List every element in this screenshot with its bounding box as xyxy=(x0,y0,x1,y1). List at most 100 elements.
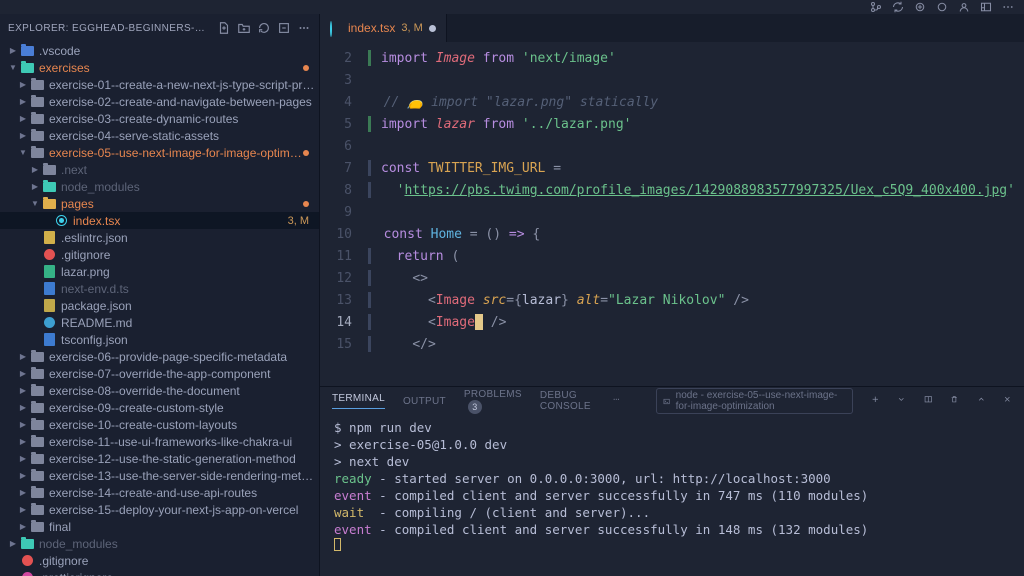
tree-folder[interactable]: ▶exercise-14--create-and-use-api-routes xyxy=(0,484,319,501)
chevron-right-icon: ▶ xyxy=(30,165,40,174)
source-control-icon[interactable] xyxy=(870,1,882,13)
line-number: 2 xyxy=(320,48,352,70)
tree-folder[interactable]: ▶exercise-08--override-the-document xyxy=(0,382,319,399)
add-icon[interactable] xyxy=(871,395,880,408)
tree-file[interactable]: lazar.png xyxy=(0,263,319,280)
tree-item-label: exercise-10--create-custom-layouts xyxy=(49,418,319,432)
folder-icon xyxy=(42,197,56,211)
split-icon[interactable] xyxy=(924,395,933,408)
folder-icon xyxy=(30,129,44,143)
chevron-right-icon: ▶ xyxy=(8,46,18,55)
tree-item-label: exercise-01--create-a-new-next-js-type-s… xyxy=(49,78,319,92)
tree-folder[interactable]: ▶.next xyxy=(0,161,319,178)
tree-folder[interactable]: ▶exercise-13--use-the-server-side-render… xyxy=(0,467,319,484)
code-content[interactable]: import Image from 'next/image' // 👝 impo… xyxy=(368,42,1024,386)
terminal-cursor xyxy=(334,538,341,551)
tree-item-label: exercise-03--create-dynamic-routes xyxy=(49,112,319,126)
tree-folder[interactable]: ▶exercise-09--create-custom-style xyxy=(0,399,319,416)
modified-dot-icon xyxy=(303,201,309,207)
folder-icon xyxy=(30,367,44,381)
chevron-right-icon: ▶ xyxy=(18,80,28,89)
tree-item-label: exercise-13--use-the-server-side-renderi… xyxy=(49,469,319,483)
tree-folder[interactable]: ▶ exercise-03--create-dynamic-routes xyxy=(0,110,319,127)
tree-file[interactable]: next-env.d.ts xyxy=(0,280,319,297)
refresh-icon[interactable] xyxy=(257,21,271,35)
folder-icon xyxy=(30,452,44,466)
tree-folder[interactable]: ▶ exercise-10--create-custom-layouts xyxy=(0,416,319,433)
circle-icon[interactable] xyxy=(936,1,948,13)
chevron-right-icon: ▶ xyxy=(18,488,28,497)
terminal-output[interactable]: $ npm run dev > exercise-05@1.0.0 dev > … xyxy=(320,415,1024,576)
tree-file[interactable]: .gitignore xyxy=(0,246,319,263)
tree-item-label: node_modules xyxy=(61,180,319,194)
account-icon[interactable] xyxy=(958,1,970,13)
chevron-down-icon[interactable] xyxy=(897,395,906,408)
more-icon[interactable] xyxy=(612,395,621,408)
terminal-task-selector[interactable]: node - exercise-05--use-next-image-for-i… xyxy=(656,388,852,414)
more-icon[interactable] xyxy=(297,21,311,35)
tree-folder[interactable]: ▶exercise-06--provide-page-specific-meta… xyxy=(0,348,319,365)
line-number: 11 xyxy=(320,246,352,268)
folder-icon xyxy=(30,401,44,415)
tree-item-label: exercise-15--deploy-your-next-js-app-on-… xyxy=(49,503,319,517)
tree-file[interactable]: index.tsx3, M xyxy=(0,212,319,229)
folder-icon xyxy=(30,146,44,160)
tab-index-tsx[interactable]: index.tsx 3, M xyxy=(320,14,447,42)
tree-folder[interactable]: ▼pages xyxy=(0,195,319,212)
tree-item-label: exercise-05--use-next-image-for-image-op… xyxy=(49,146,303,160)
chevron-right-icon: ▶ xyxy=(30,182,40,191)
line-number: 10 xyxy=(320,224,352,246)
diff-icon[interactable] xyxy=(914,1,926,13)
folder-icon xyxy=(30,418,44,432)
tree-folder[interactable]: ▶ exercise-15--deploy-your-next-js-app-on… xyxy=(0,501,319,518)
tree-folder[interactable]: ▶final xyxy=(0,518,319,535)
close-icon[interactable] xyxy=(1003,395,1012,408)
tree-file[interactable]: .eslintrc.json xyxy=(0,229,319,246)
tree-file[interactable]: README.md xyxy=(0,314,319,331)
chevron-right-icon: ▶ xyxy=(18,114,28,123)
tab-terminal[interactable]: TERMINAL xyxy=(332,393,385,409)
tree-folder[interactable]: ▶.vscode xyxy=(0,42,319,59)
tree-file[interactable]: package.json xyxy=(0,297,319,314)
new-file-icon[interactable] xyxy=(217,21,231,35)
folder-icon xyxy=(20,44,34,58)
tree-folder[interactable]: ▶node_modules xyxy=(0,535,319,552)
file-icon xyxy=(42,231,56,245)
tab-output[interactable]: OUTPUT xyxy=(403,396,446,407)
tree-folder[interactable]: ▶ node_modules xyxy=(0,178,319,195)
sync-icon[interactable] xyxy=(892,1,904,13)
editor-tabs: index.tsx 3, M xyxy=(320,14,1024,42)
tree-folder[interactable]: ▶exercise-04--serve-static-assets xyxy=(0,127,319,144)
chevron-right-icon: ▶ xyxy=(18,403,28,412)
tree-folder[interactable]: ▶exercise-07--override-the-app-component xyxy=(0,365,319,382)
collapse-icon[interactable] xyxy=(277,21,291,35)
problems-badge: 3 xyxy=(468,400,482,414)
file-icon xyxy=(42,333,56,347)
tree-folder[interactable]: ▶exercise-02--create-and-navigate-betwee… xyxy=(0,93,319,110)
chevron-right-icon: ▶ xyxy=(18,420,28,429)
tab-debug-console[interactable]: DEBUG CONSOLE xyxy=(540,390,600,412)
new-folder-icon[interactable] xyxy=(237,21,251,35)
tree-folder[interactable]: ▶exercise-12--use-the-static-generation-… xyxy=(0,450,319,467)
folder-icon xyxy=(30,78,44,92)
modified-dot-icon xyxy=(303,150,309,156)
tab-problems[interactable]: PROBLEMS3 xyxy=(464,389,522,414)
explorer-title: EXPLORER: EGGHEAD-BEGINNERS-GUIDE-N… xyxy=(8,23,211,34)
tree-file[interactable]: .prettierignore xyxy=(0,569,319,576)
chevron-right-icon: ▶ xyxy=(18,505,28,514)
tree-folder[interactable]: ▼ exercise-05--use-next-image-for-image-o… xyxy=(0,144,319,161)
chevron-up-icon[interactable] xyxy=(977,395,986,408)
tree-item-label: .gitignore xyxy=(39,554,319,568)
tree-folder[interactable]: ▶exercise-11--use-ui-frameworks-like-cha… xyxy=(0,433,319,450)
tree-file[interactable]: .gitignore xyxy=(0,552,319,569)
trash-icon[interactable] xyxy=(950,395,959,408)
code-editor[interactable]: 23456789101112131415 import Image from '… xyxy=(320,42,1024,386)
tree-folder[interactable]: ▼exercises xyxy=(0,59,319,76)
chevron-down-icon: ▼ xyxy=(18,148,28,157)
tree-folder[interactable]: ▶ exercise-01--create-a-new-next-js-type-… xyxy=(0,76,319,93)
layout-icon[interactable] xyxy=(980,1,992,13)
folder-icon xyxy=(30,350,44,364)
tree-file[interactable]: tsconfig.json xyxy=(0,331,319,348)
more-icon[interactable] xyxy=(1002,1,1014,13)
editor-area: index.tsx 3, M 23456789101112131415 impo… xyxy=(320,14,1024,576)
